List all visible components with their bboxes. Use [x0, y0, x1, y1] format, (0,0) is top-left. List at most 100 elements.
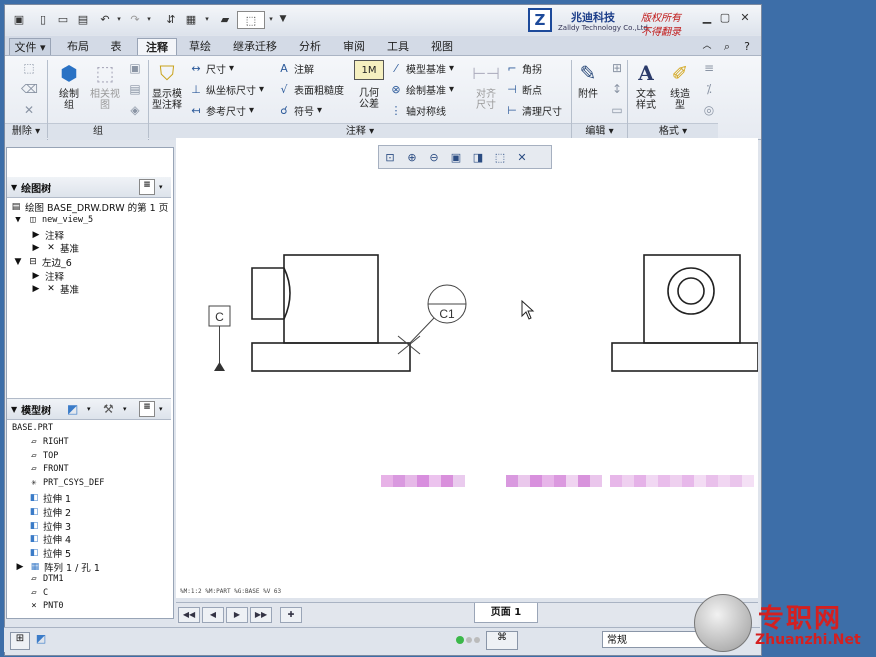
tree-filter-icon[interactable]: ⚒	[103, 402, 114, 416]
remove-icon[interactable]: ✕	[21, 102, 37, 118]
related-view-button[interactable]: ⬚ 相关视 图	[87, 60, 123, 112]
tree-item[interactable]: ▶ 注释	[30, 228, 64, 242]
model-tree-header[interactable]: ▼ 模型树 ◩ ▾ ⚒ ▾ ≡ ▾	[7, 398, 171, 420]
page-tab[interactable]: 页面 1	[474, 603, 538, 623]
repaint-icon[interactable]: ▣	[445, 151, 467, 164]
side-hole-inner[interactable]	[677, 277, 705, 305]
tree-item[interactable]: ◧ 拉伸 3	[28, 519, 71, 533]
open-folder-icon[interactable]: ▭	[55, 11, 71, 27]
tree-item[interactable]: ▱ DTM1	[28, 574, 63, 584]
maximize-button[interactable]: ▢	[717, 11, 733, 25]
first-page-icon[interactable]: ◀◀	[178, 607, 200, 623]
tree-item[interactable]: ▶ ✕ 基准	[30, 241, 79, 255]
display-style-icon[interactable]: ◨	[467, 151, 489, 164]
expand-icon[interactable]: ▶	[14, 562, 26, 572]
group-tool2-icon[interactable]: ▤	[127, 81, 143, 97]
geometric-tolerance-button[interactable]: 1M 几何 公差	[353, 60, 385, 110]
select-box-icon[interactable]: ⬚	[237, 11, 265, 29]
tab-annotate[interactable]: 注释	[137, 38, 177, 55]
tab-file[interactable]: 文件 ▾	[9, 38, 51, 55]
side-hole-outer[interactable]	[667, 267, 715, 315]
group-tool1-icon[interactable]: ▣	[127, 60, 143, 76]
help-icon[interactable]: ?	[739, 38, 755, 55]
tree-settings-dropdown-icon[interactable]: ▾	[159, 405, 163, 413]
filter-dropdown-icon[interactable]: ▾	[123, 405, 127, 413]
dimension-button[interactable]: ↔ 尺寸 ▾	[189, 60, 234, 76]
tab-legacy-migration[interactable]: 继承迁移	[227, 38, 283, 55]
tree-item[interactable]: ◧ 拉伸 4	[28, 532, 71, 546]
drawing-canvas[interactable]: C C1	[176, 138, 758, 598]
layers-dropdown-icon[interactable]: ▾	[87, 405, 91, 413]
format-tool2-icon[interactable]: ⁒	[701, 81, 717, 97]
tree-item[interactable]: ▶ ✕ 基准	[30, 282, 79, 296]
tree-item[interactable]: ▱ C	[28, 588, 48, 598]
group-tool3-icon[interactable]: ◈	[127, 102, 143, 118]
datum-display-icon[interactable]: ⬚	[489, 151, 511, 164]
delete-icon[interactable]: ⬚	[21, 60, 37, 76]
search-icon[interactable]: ⌕	[719, 38, 735, 55]
zoom-in-icon[interactable]: ⊕	[401, 151, 423, 164]
format-tool3-icon[interactable]: ◎	[701, 102, 717, 118]
tree-settings-icon[interactable]: ≡	[139, 179, 155, 195]
collapse-ribbon-icon[interactable]: ︿	[699, 38, 715, 55]
side-base-outline[interactable]	[611, 342, 758, 372]
edit-tool1-icon[interactable]: ⊞	[609, 60, 625, 76]
tree-item[interactable]: ▼ ⊟ 左边_6	[12, 255, 72, 269]
axis-symmetry-button[interactable]: ⋮ 轴对称线	[389, 102, 447, 118]
tab-analysis[interactable]: 分析	[293, 38, 327, 55]
tree-settings-icon[interactable]: ≡	[139, 401, 155, 417]
cleanup-dimensions-button[interactable]: ⊢ 清理尺寸	[505, 102, 562, 118]
upright-block-outline[interactable]	[283, 254, 379, 344]
windows-dropdown-icon[interactable]: ▾	[199, 11, 215, 27]
tab-view[interactable]: 视图	[425, 38, 459, 55]
tree-item[interactable]: BASE.PRT	[12, 423, 53, 433]
windows-icon[interactable]: ▦	[183, 11, 199, 27]
tab-tools[interactable]: 工具	[381, 38, 415, 55]
redo-dropdown-icon[interactable]: ▾	[141, 11, 157, 27]
boss-curve[interactable]	[283, 267, 291, 320]
save-icon[interactable]: ▤	[75, 11, 91, 27]
ordinate-dimension-button[interactable]: ⊥ 纵坐标尺寸 ▾	[189, 81, 264, 97]
customize-toolbar-icon[interactable]: ▼	[275, 11, 291, 27]
refit-icon[interactable]: ⊡	[379, 151, 401, 164]
tree-item[interactable]: ◧ 拉伸 2	[28, 505, 71, 519]
tree-item[interactable]: ▼ ◫ new_view_5	[12, 215, 93, 225]
model-datum-button[interactable]: ⁄ 模型基准 ▾	[389, 60, 454, 76]
breakpoint-button[interactable]: ⊣ 断点	[505, 81, 542, 97]
format-tool1-icon[interactable]: ≡	[701, 60, 717, 76]
zoom-out-icon[interactable]: ⊖	[423, 151, 445, 164]
expand-icon[interactable]: ▶	[30, 284, 42, 294]
expand-icon[interactable]: ▶	[30, 271, 42, 281]
find-icon[interactable]: ⌘	[486, 631, 518, 650]
expand-icon[interactable]: ▶	[30, 230, 42, 240]
undo-dropdown-icon[interactable]: ▾	[111, 11, 127, 27]
note-button[interactable]: A 注解	[277, 60, 314, 76]
toggle-browser-icon[interactable]: ◩	[32, 632, 50, 648]
jog-button[interactable]: ⌐ 角拐	[505, 60, 542, 76]
text-style-button[interactable]: A 文本 样式	[629, 60, 663, 112]
expand-icon[interactable]: ▼	[12, 215, 24, 225]
tree-item[interactable]: ◧ 拉伸 5	[28, 546, 71, 560]
new-page-icon[interactable]: ✚	[280, 607, 302, 623]
line-style-button[interactable]: ✐ 线造 型	[663, 60, 697, 112]
prev-page-icon[interactable]: ◀	[202, 607, 224, 623]
minimize-button[interactable]: ▁	[699, 11, 715, 25]
tab-sketch[interactable]: 草绘	[183, 38, 217, 55]
delete-group-label[interactable]: 删除 ▾	[5, 123, 47, 140]
edit-tool2-icon[interactable]: ↕	[609, 81, 625, 97]
new-file-icon[interactable]: ▯	[35, 11, 51, 27]
expand-icon[interactable]: ▼	[12, 257, 24, 267]
tree-item[interactable]: ▱ TOP	[28, 451, 58, 461]
tab-layout[interactable]: 布局	[61, 38, 95, 55]
show-model-annotations-button[interactable]: ⛉ 显示模 型注释	[149, 60, 185, 112]
collapse-icon[interactable]: ▼	[11, 405, 17, 414]
tab-review[interactable]: 审阅	[337, 38, 371, 55]
close-button[interactable]: ✕	[737, 11, 753, 25]
regenerate-icon[interactable]: ⇵	[163, 11, 179, 27]
drawing-tree-header[interactable]: ▼ 绘图树 ≡ ▾	[7, 177, 171, 198]
next-page-icon[interactable]: ▶	[226, 607, 248, 623]
folder-icon[interactable]: ▰	[217, 11, 233, 27]
boss-outline[interactable]	[251, 267, 284, 320]
symbol-button[interactable]: ☌ 符号 ▾	[277, 102, 322, 118]
erase-icon[interactable]: ⌫	[21, 81, 38, 97]
